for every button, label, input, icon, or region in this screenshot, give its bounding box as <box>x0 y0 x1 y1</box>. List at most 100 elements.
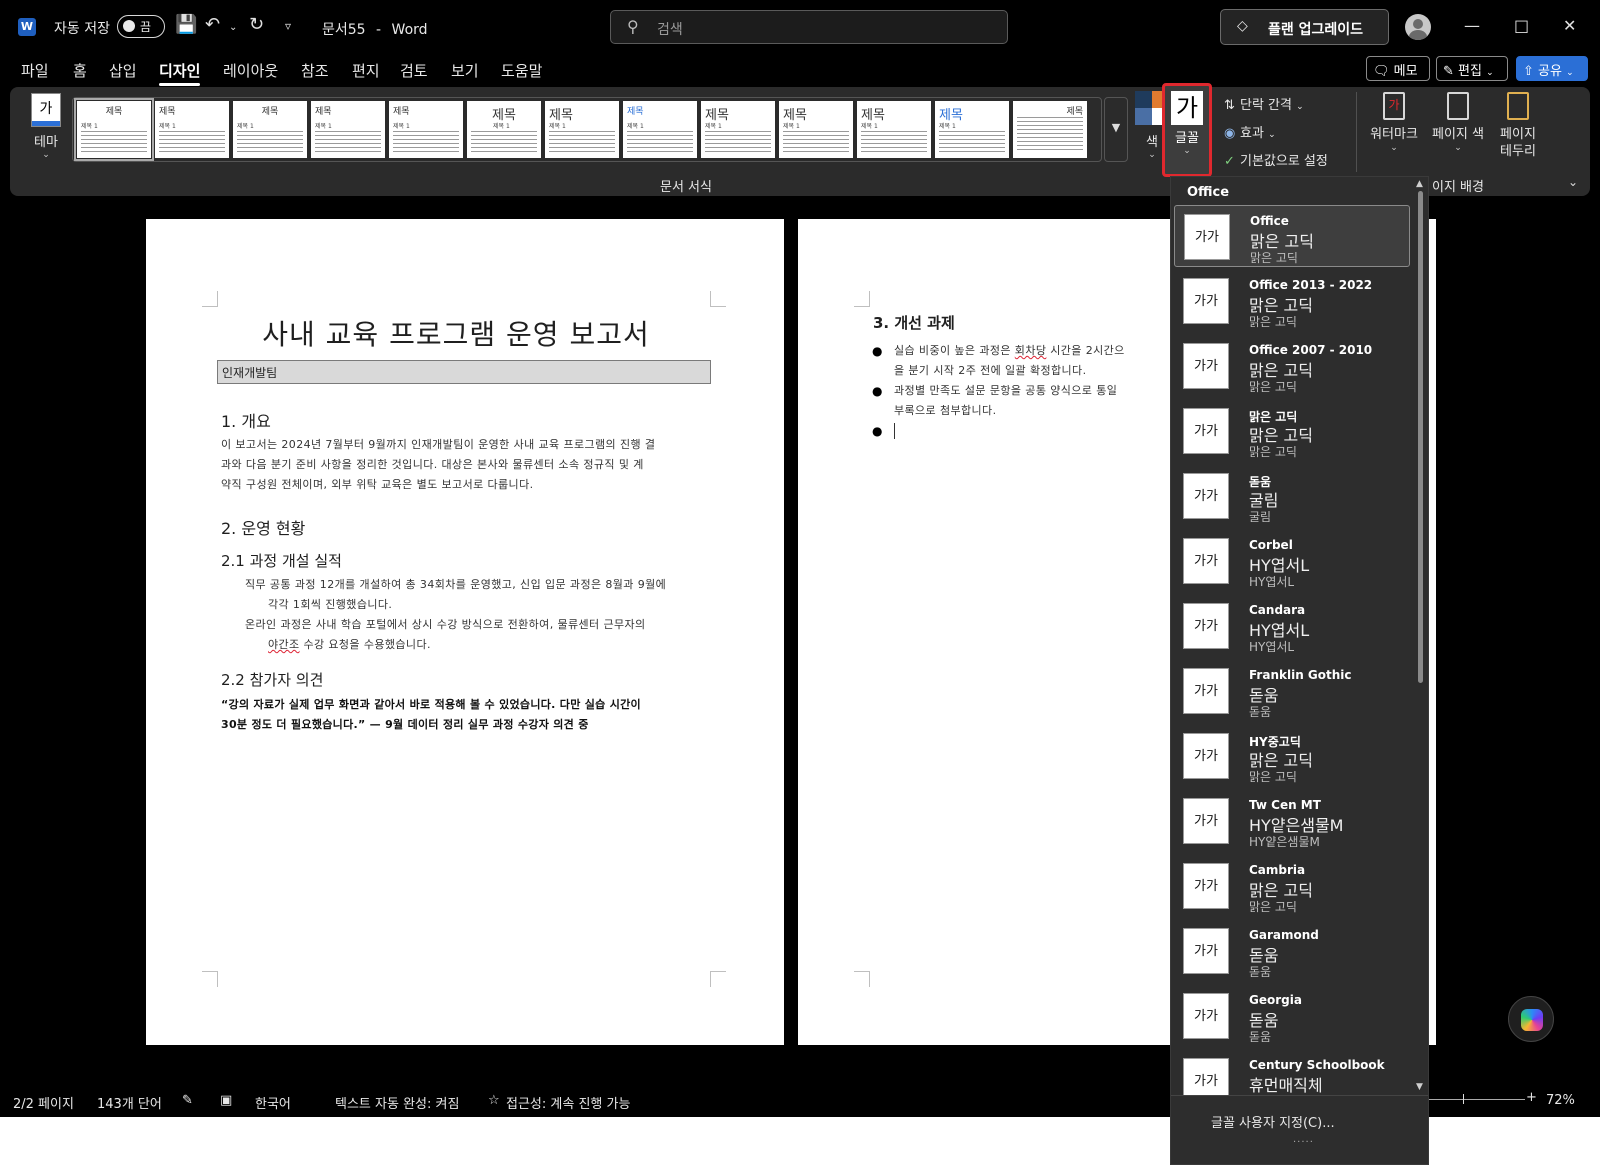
bullet-item-empty[interactable]: ● <box>872 421 895 439</box>
heading-overview[interactable]: 1. 개요 <box>221 408 271 432</box>
dropdown-scrollbar[interactable]: ▲ ▼ <box>1413 177 1428 1095</box>
accessibility-status[interactable]: 접근성: 계속 진행 가능 <box>506 1093 630 1112</box>
collapse-ribbon-icon[interactable]: ⌄ <box>1568 175 1578 189</box>
zoom-slider[interactable] <box>1429 1094 1525 1104</box>
font-theme-item[interactable]: 가가 Garamond 돋움 돋움 <box>1174 920 1410 982</box>
misspelled-word[interactable]: 회차당 <box>1015 344 1047 357</box>
zoom-slider-thumb[interactable] <box>1463 1094 1464 1104</box>
redo-icon[interactable]: ↻ <box>249 14 264 35</box>
heading-courses[interactable]: 2.1 과정 개설 실적 <box>221 550 342 571</box>
fonts-label: 글꼴 <box>1175 131 1199 146</box>
tab-design[interactable]: 디자인 <box>159 60 201 86</box>
font-theme-item[interactable]: 가가 Candara HY엽서L HY엽서L <box>1174 595 1410 657</box>
tab-help[interactable]: 도움말 <box>501 60 542 81</box>
copilot-button[interactable] <box>1508 996 1554 1042</box>
font-theme-item[interactable]: 가가 HY중고딕 맑은 고딕 맑은 고딕 <box>1174 725 1410 787</box>
effects-button[interactable]: ◉ 효과 ⌄ <box>1224 122 1276 141</box>
courses-paragraph-1[interactable]: 직무 공통 과정 12개를 개설하여 총 34회차를 운영했고, 신입 입문 과… <box>245 575 666 615</box>
heading-feedback[interactable]: 2.2 참가자 의견 <box>221 669 323 690</box>
tab-review[interactable]: 검토 <box>400 60 428 81</box>
feedback-quote[interactable]: “강의 자료가 실제 업무 화면과 같아서 바로 적용해 볼 수 있었습니다. … <box>221 695 641 735</box>
style-set-thumb[interactable]: 제목 제목 1 <box>467 101 541 158</box>
fonts-icon: 가 <box>1171 91 1203 125</box>
scroll-up-icon[interactable]: ▲ <box>1416 179 1423 189</box>
style-set-thumb[interactable]: 제목 제목 1 <box>311 101 385 158</box>
misspelled-word[interactable]: 야간조 <box>268 638 300 651</box>
minimize-icon[interactable]: — <box>1464 16 1480 35</box>
undo-dropdown-icon[interactable]: ⌄ <box>229 22 237 33</box>
watermark-button[interactable]: 가 워터마크 ⌄ <box>1366 92 1422 153</box>
autosave-toggle[interactable]: 끔 <box>117 15 165 38</box>
document-heading-title[interactable]: 사내 교육 프로그램 운영 보고서 <box>216 313 696 353</box>
page-color-button[interactable]: 페이지 색 ⌄ <box>1430 92 1486 153</box>
font-theme-item[interactable]: 가가 맑은 고딕 맑은 고딕 맑은 고딕 <box>1174 400 1410 462</box>
document-subtitle[interactable]: 인재개발팀 <box>217 360 711 384</box>
account-avatar[interactable] <box>1405 14 1431 40</box>
paragraph-spacing-button[interactable]: ⇅ 단락 간격 ⌄ <box>1224 94 1304 113</box>
thumb-body-lines <box>861 131 927 153</box>
bullet-item[interactable]: ● 과정별 만족도 설문 문항을 공통 양식으로 통일 부록으로 첨부합니다. <box>872 381 1117 421</box>
close-icon[interactable]: ✕ <box>1563 16 1576 35</box>
overview-paragraph[interactable]: 이 보고서는 2024년 7월부터 9월까지 인재개발팀이 운영한 사내 교육 … <box>221 435 655 495</box>
page-borders-button[interactable]: 페이지 테두리 <box>1490 92 1546 160</box>
search-box[interactable]: ⚲ 검색 <box>610 10 1008 44</box>
resize-grip-icon[interactable]: ..... <box>1293 1134 1314 1145</box>
upgrade-plan-button[interactable]: ◇ 플랜 업그레이드 <box>1220 9 1389 45</box>
font-theme-item[interactable]: 가가 Office 2007 - 2010 맑은 고딕 맑은 고딕 <box>1174 335 1410 397</box>
text-prediction-status[interactable]: 텍스트 자동 완성: 켜짐 <box>335 1093 459 1112</box>
tab-references[interactable]: 참조 <box>301 60 329 81</box>
font-theme-item[interactable]: 가가 돋움 굴림 굴림 <box>1174 465 1410 527</box>
set-as-default-button[interactable]: ✓ 기본값으로 설정 <box>1224 150 1328 169</box>
style-set-thumb[interactable]: 제목 제목 1 <box>545 101 619 158</box>
tab-view[interactable]: 보기 <box>451 60 479 81</box>
style-set-thumb[interactable]: 제목 제목 1 <box>935 101 1009 158</box>
tab-file[interactable]: 파일 <box>21 60 49 81</box>
style-set-thumb[interactable]: 제목 제목 1 <box>233 101 307 158</box>
tab-layout[interactable]: 레이아웃 <box>223 60 278 81</box>
bullet-item[interactable]: ● 실습 비중이 높은 과정은 회차당 시간을 2시간으 을 분기 시작 2주 … <box>872 341 1125 381</box>
scrollbar-thumb[interactable] <box>1418 191 1423 683</box>
font-theme-name: Georgia <box>1249 993 1302 1007</box>
font-theme-item[interactable]: 가가 Corbel HY엽서L HY엽서L <box>1174 530 1410 592</box>
maximize-icon[interactable]: □ <box>1514 16 1529 35</box>
style-set-thumb[interactable]: 제목 제목 1 <box>389 101 463 158</box>
gallery-more-button[interactable]: ▼ <box>1104 97 1128 162</box>
themes-button[interactable]: 가 테마 ⌄ <box>26 93 66 160</box>
share-button[interactable]: ⇧ 공유 ⌄ <box>1516 56 1588 81</box>
page-count[interactable]: 2/2 페이지 <box>13 1093 74 1112</box>
focus-icon[interactable]: ▣ <box>220 1093 232 1108</box>
style-set-thumb[interactable]: 제목 제목 1 <box>857 101 931 158</box>
heading-improvements[interactable]: 3. 개선 과제 <box>873 312 955 333</box>
font-theme-item[interactable]: 가가 Office 맑은 고딕 맑은 고딕 <box>1174 205 1410 267</box>
font-theme-item[interactable]: 가가 Tw Cen MT HY얕은샘물M HY얕은샘물M <box>1174 790 1410 852</box>
style-set-thumb[interactable]: 제목 <box>1013 101 1087 158</box>
scroll-down-icon[interactable]: ▼ <box>1416 1082 1423 1092</box>
memo-button[interactable]: 🗨 메모 <box>1366 56 1430 81</box>
font-theme-item[interactable]: 가가 Franklin Gothic 돋움 돋움 <box>1174 660 1410 722</box>
save-icon[interactable]: 💾 <box>175 14 197 35</box>
customize-fonts-link[interactable]: 글꼴 사용자 지정(C)... <box>1211 1112 1335 1131</box>
style-set-thumb[interactable]: 제목 제목 1 <box>74 98 154 161</box>
style-set-thumb[interactable]: 제목 제목 1 <box>701 101 775 158</box>
language-indicator[interactable]: 한국어 <box>255 1093 291 1112</box>
fonts-button[interactable]: 가 글꼴 ⌄ <box>1162 83 1212 177</box>
style-set-thumb[interactable]: 제목 제목 1 <box>155 101 229 158</box>
font-theme-item[interactable]: 가가 Cambria 맑은 고딕 맑은 고딕 <box>1174 855 1410 917</box>
heading-status[interactable]: 2. 운영 현황 <box>221 515 305 539</box>
tab-insert[interactable]: 삽입 <box>109 60 137 81</box>
style-set-thumb[interactable]: 제목 제목 1 <box>623 101 697 158</box>
edit-mode-button[interactable]: ✎ 편집 ⌄ <box>1436 56 1508 81</box>
undo-icon[interactable]: ↶ <box>205 14 220 35</box>
zoom-in-button[interactable]: + <box>1526 1090 1537 1105</box>
customize-qat-icon[interactable]: ▿ <box>285 19 291 33</box>
tab-mailings[interactable]: 편지 <box>352 60 380 81</box>
style-set-thumb[interactable]: 제목 제목 1 <box>779 101 853 158</box>
courses-paragraph-2[interactable]: 온라인 과정은 사내 학습 포털에서 상시 수강 방식으로 전환하여, 물류센터… <box>245 615 646 655</box>
tab-home[interactable]: 홈 <box>73 60 87 81</box>
font-theme-item[interactable]: 가가 Office 2013 - 2022 맑은 고딕 맑은 고딕 <box>1174 270 1410 332</box>
proofing-icon[interactable]: ✎ <box>182 1093 193 1108</box>
word-count[interactable]: 143개 단어 <box>97 1093 162 1112</box>
font-theme-item[interactable]: 가가 Georgia 돋움 돋움 <box>1174 985 1410 1047</box>
document-page-1[interactable]: 사내 교육 프로그램 운영 보고서 인재개발팀 1. 개요 이 보고서는 202… <box>146 219 784 1045</box>
zoom-level[interactable]: 72% <box>1546 1093 1575 1108</box>
